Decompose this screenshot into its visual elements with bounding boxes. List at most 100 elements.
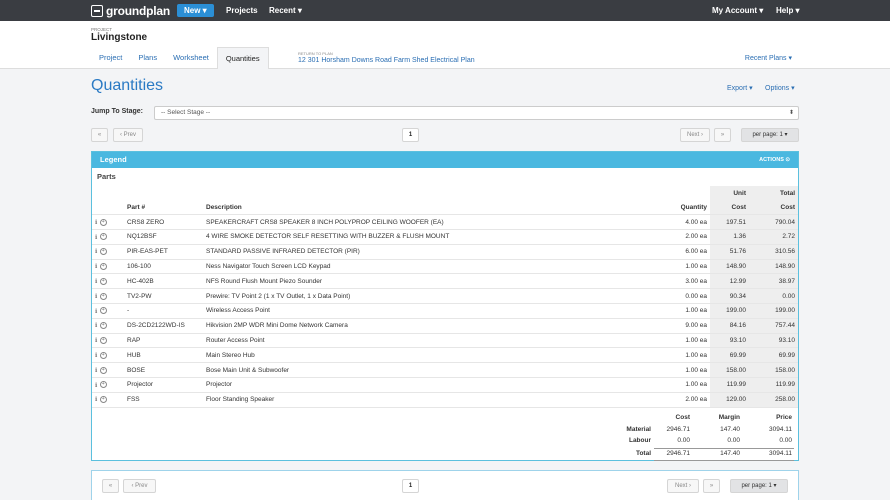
tab-worksheet[interactable]: Worksheet	[165, 47, 217, 69]
table-row[interactable]: ℹ +NQ12BSF4 WIRE SMOKE DETECTOR SELF RES…	[92, 230, 798, 245]
info-icon[interactable]: ℹ	[95, 219, 98, 226]
options-dropdown[interactable]: Options ▾	[765, 84, 795, 92]
next-page-button[interactable]: Next ›	[680, 128, 710, 142]
part-quantity: 6.00 ea	[643, 244, 710, 259]
first-page-button[interactable]: «	[91, 128, 108, 142]
totals-summary: Cost Margin Price Material 2946.71 147.4…	[92, 414, 798, 461]
table-row[interactable]: ℹ +-Wireless Access Point1.00 ea199.0019…	[92, 304, 798, 319]
total-cost: 199.00	[749, 304, 798, 319]
info-icon[interactable]: ℹ	[95, 352, 98, 359]
expand-plus-icon[interactable]: +	[100, 248, 107, 255]
return-plan-link[interactable]: 12 301 Horsham Downs Road Farm Shed Elec…	[298, 57, 475, 64]
row-actions: ℹ +	[92, 304, 124, 319]
nav-recent[interactable]: Recent ▾	[269, 6, 302, 15]
expand-plus-icon[interactable]: +	[100, 381, 107, 388]
table-row[interactable]: ℹ +PIR-EAS-PETSTANDARD PASSIVE INFRARED …	[92, 244, 798, 259]
export-dropdown[interactable]: Export ▾	[727, 84, 753, 92]
col-unit-cost[interactable]: Cost	[710, 200, 749, 215]
info-icon[interactable]: ℹ	[95, 367, 98, 374]
stage-select[interactable]: -- Select Stage -- ⬍	[154, 106, 799, 120]
labour-cost: 0.00	[677, 437, 690, 444]
part-number: RAP	[124, 333, 203, 348]
expand-plus-icon[interactable]: +	[100, 352, 107, 359]
tab-plans[interactable]: Plans	[130, 47, 165, 69]
table-row[interactable]: ℹ +DS-2CD2122WD-ISHikvision 2MP WDR Mini…	[92, 318, 798, 333]
total-label: Total	[636, 450, 651, 457]
total-cost: 2946.71	[667, 450, 691, 457]
current-page-bottom[interactable]: 1	[402, 479, 419, 493]
expand-plus-icon[interactable]: +	[100, 263, 107, 270]
unit-cost: 148.90	[710, 259, 749, 274]
expand-plus-icon[interactable]: +	[100, 396, 107, 403]
first-page-button-bottom[interactable]: «	[102, 479, 119, 493]
total-cost: 38.97	[749, 274, 798, 289]
table-row[interactable]: ℹ +ProjectorProjector1.00 ea119.99119.99	[92, 378, 798, 393]
info-icon[interactable]: ℹ	[95, 248, 98, 255]
per-page-dropdown-bottom[interactable]: per page: 1 ▾	[730, 479, 788, 493]
next-page-button-bottom[interactable]: Next ›	[667, 479, 699, 493]
expand-plus-icon[interactable]: +	[100, 293, 107, 300]
table-row[interactable]: ℹ +BOSEBose Main Unit & Subwoofer1.00 ea…	[92, 363, 798, 378]
tab-project[interactable]: Project	[91, 47, 130, 69]
part-number: CRS8 ZERO	[124, 215, 203, 230]
expand-plus-icon[interactable]: +	[100, 233, 107, 240]
col-total-cost[interactable]: Cost	[749, 200, 798, 215]
total-cost: 119.99	[749, 378, 798, 393]
part-description: NFS Round Flush Mount Piezo Sounder	[203, 274, 643, 289]
part-description: Ness Navigator Touch Screen LCD Keypad	[203, 259, 643, 274]
recent-plans-dropdown[interactable]: Recent Plans ▾	[745, 54, 792, 62]
tab-quantities[interactable]: Quantities	[217, 47, 269, 69]
part-description: Projector	[203, 378, 643, 393]
table-row[interactable]: ℹ +HUBMain Stereo Hub1.00 ea69.9969.99	[92, 348, 798, 363]
table-row[interactable]: ℹ +RAPRouter Access Point1.00 ea93.1093.…	[92, 333, 798, 348]
nav-my-account[interactable]: My Account ▾	[712, 6, 763, 15]
expand-plus-icon[interactable]: +	[100, 322, 107, 329]
part-description: Router Access Point	[203, 333, 643, 348]
info-icon[interactable]: ℹ	[95, 308, 98, 315]
info-icon[interactable]: ℹ	[95, 234, 98, 241]
return-small-label: RETURN TO PLAN	[298, 51, 475, 56]
new-button[interactable]: New ▾	[177, 4, 214, 17]
prev-page-button[interactable]: ‹ Prev	[113, 128, 143, 142]
current-page[interactable]: 1	[402, 128, 419, 142]
expand-plus-icon[interactable]: +	[100, 219, 107, 226]
table-row[interactable]: ℹ +TV2-PWPrewire: TV Point 2 (1 x TV Out…	[92, 289, 798, 304]
expand-plus-icon[interactable]: +	[100, 367, 107, 374]
nav-help[interactable]: Help ▾	[776, 6, 800, 15]
unit-cost: 93.10	[710, 333, 749, 348]
col-quantity[interactable]: Quantity	[643, 200, 710, 215]
jump-to-stage-label: Jump To Stage:	[91, 108, 143, 115]
info-icon[interactable]: ℹ	[95, 396, 98, 403]
table-row[interactable]: ℹ +CRS8 ZEROSPEAKERCRAFT CRS8 SPEAKER 8 …	[92, 215, 798, 230]
per-page-dropdown[interactable]: per page: 1 ▾	[741, 128, 799, 142]
info-icon[interactable]: ℹ	[95, 382, 98, 389]
col-description[interactable]: Description	[203, 200, 643, 215]
table-row[interactable]: ℹ +106-100Ness Navigator Touch Screen LC…	[92, 259, 798, 274]
actions-button[interactable]: ACTIONS ⊙	[759, 152, 790, 168]
info-icon[interactable]: ℹ	[95, 278, 98, 285]
col-part[interactable]: Part #	[124, 200, 203, 215]
info-icon[interactable]: ℹ	[95, 263, 98, 270]
unit-cost: 90.34	[710, 289, 749, 304]
prev-page-button-bottom[interactable]: ‹ Prev	[123, 479, 156, 493]
unit-cost: 197.51	[710, 215, 749, 230]
row-actions: ℹ +	[92, 230, 124, 245]
part-quantity: 2.00 ea	[643, 392, 710, 407]
info-icon[interactable]: ℹ	[95, 293, 98, 300]
table-row[interactable]: ℹ +HC-402BNFS Round Flush Mount Piezo So…	[92, 274, 798, 289]
total-cost: 0.00	[749, 289, 798, 304]
expand-plus-icon[interactable]: +	[100, 278, 107, 285]
material-label: Material	[626, 426, 651, 433]
part-quantity: 1.00 ea	[643, 348, 710, 363]
last-page-button[interactable]: »	[714, 128, 731, 142]
info-icon[interactable]: ℹ	[95, 322, 98, 329]
logo[interactable]: groundplan	[91, 4, 170, 18]
expand-plus-icon[interactable]: +	[100, 307, 107, 314]
material-price: 3094.11	[769, 426, 792, 433]
table-row[interactable]: ℹ +FSSFloor Standing Speaker2.00 ea129.0…	[92, 392, 798, 407]
last-page-button-bottom[interactable]: »	[703, 479, 720, 493]
nav-projects[interactable]: Projects	[226, 6, 258, 15]
expand-plus-icon[interactable]: +	[100, 337, 107, 344]
part-quantity: 1.00 ea	[643, 259, 710, 274]
info-icon[interactable]: ℹ	[95, 337, 98, 344]
